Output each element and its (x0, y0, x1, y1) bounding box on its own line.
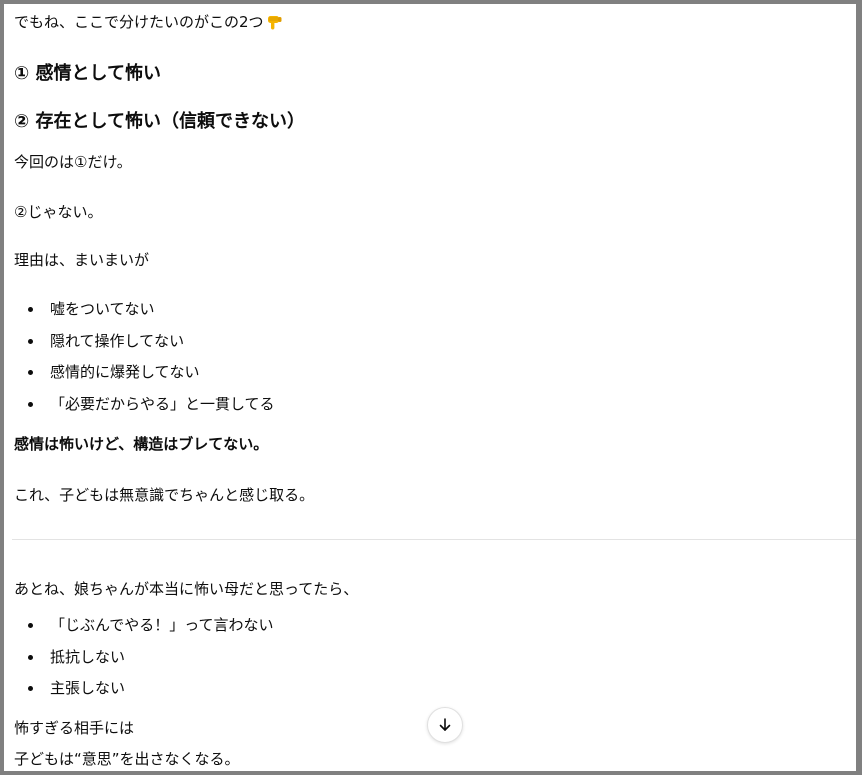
backhand-index-pointing-down-icon (267, 16, 282, 30)
paragraph-only-one: 今回のは①だけ。 (14, 153, 132, 171)
paragraph-child-feel: これ、子どもは無意識でちゃんと感じ取る。 (14, 486, 315, 504)
chat-window: でもね、ここで分けたいのがこの2つ ① 感情として怖い ② 存在として怖い（信頼… (0, 0, 862, 775)
paragraph-reason: 理由は、まいまいが (14, 251, 150, 269)
list-item: 隠れて操作してない (27, 332, 185, 350)
paragraph-no-will: 子どもは“意思”を出さなくなる。 (14, 750, 240, 768)
scroll-to-bottom-button[interactable] (427, 707, 463, 743)
message-divider (12, 539, 856, 540)
list-item: 「必要だからやる」と一貫してる (28, 395, 275, 413)
paragraph-also: あとね、娘ちゃんが本当に怖い母だと思ってたら、 (14, 580, 359, 598)
heading-feeling-scary: ① 感情として怖い (14, 63, 161, 84)
paragraph-not-two: ②じゃない。 (14, 203, 103, 221)
list-item: 主張しない (27, 679, 126, 697)
list-item: 抵抗しない (27, 648, 126, 666)
list-item: 嘘をついてない (28, 300, 155, 318)
heading-existence-scary: ② 存在として怖い（信頼できない） (14, 111, 305, 132)
intro-text: でもね、ここで分けたいのがこの2つ (14, 13, 264, 31)
list-item: 「じぶんでやる！」って言わない (28, 616, 274, 634)
arrow-down-icon (439, 718, 451, 731)
paragraph-too-scary: 怖すぎる相手には (14, 719, 135, 737)
bold-summary: 感情は怖いけど、構造はブレてない。 (14, 435, 269, 453)
list-item: 感情的に爆発してない (28, 363, 200, 381)
intro-paragraph: でもね、ここで分けたいのがこの2つ (14, 12, 284, 32)
